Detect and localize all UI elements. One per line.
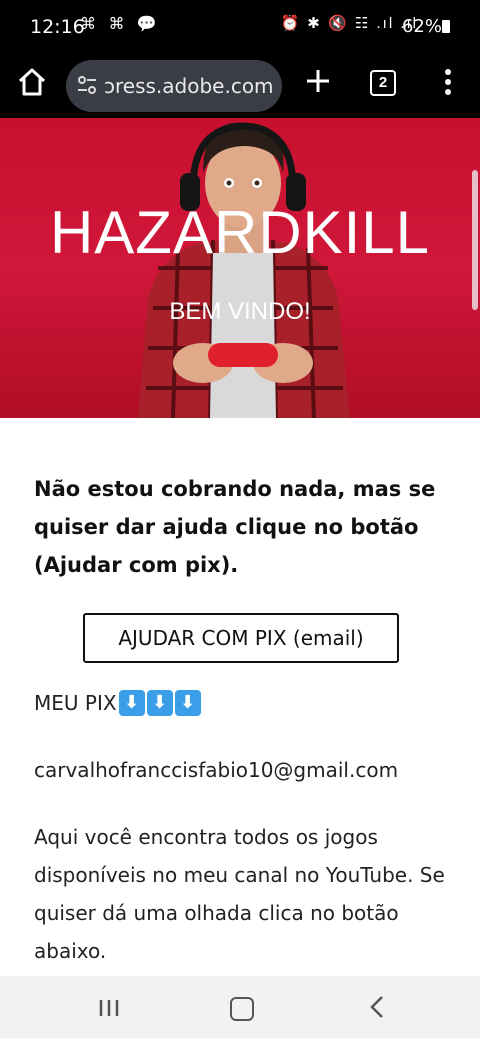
new-tab-icon[interactable]	[304, 67, 332, 95]
status-bar: 12:16 ⌘ ⌘ 💬 ⏰ ✱ 🔇 ☷ .ıl .ıl 62%	[0, 0, 480, 54]
tab-switcher-button[interactable]: 2	[370, 70, 396, 96]
help-pix-button[interactable]: AJUDAR COM PIX (email)	[83, 613, 399, 663]
arrow-down-icon: ⬇	[118, 690, 145, 716]
clock: 12:16	[30, 16, 85, 38]
youtube-description: Aqui você encontra todos os jogos dispon…	[34, 825, 445, 963]
battery-icon	[442, 20, 450, 33]
home-nav-icon[interactable]	[230, 997, 254, 1021]
arrow-down-icon: ⬇	[146, 690, 173, 716]
pix-email: carvalhofranccisfabio10@gmail.com	[34, 758, 399, 782]
home-icon[interactable]	[16, 66, 48, 98]
system-icons: ⏰ ✱ 🔇 ☷ .ıl .ıl	[280, 15, 418, 32]
site-settings-icon[interactable]	[76, 74, 98, 96]
browser-toolbar: ɔress.adobe.com 2	[0, 54, 480, 118]
hero-subtitle: BEM VINDO!	[169, 298, 311, 325]
recents-icon[interactable]	[98, 998, 120, 1018]
hero-banner: HAZARDKILL BEM VINDO!	[0, 118, 480, 418]
intro-text: Não estou cobrando nada, mas se quiser d…	[34, 477, 436, 577]
pix-heading: MEU PIX ⬇ ⬇ ⬇	[34, 690, 201, 716]
hero-title: HAZARDKILL	[49, 199, 431, 266]
battery-percent: 62%	[401, 16, 442, 37]
arrow-down-icon: ⬇	[174, 690, 201, 716]
intro-section: Não estou cobrando nada, mas se quiser d…	[34, 470, 446, 584]
pix-label-text: MEU PIX	[34, 691, 117, 715]
address-bar[interactable]: ɔress.adobe.com	[66, 60, 282, 112]
more-menu-icon[interactable]	[444, 68, 452, 96]
back-icon[interactable]	[368, 994, 386, 1020]
url-text: ɔress.adobe.com	[104, 74, 274, 98]
system-nav-bar	[0, 976, 480, 1038]
gamer-image	[138, 122, 350, 418]
notification-icons: ⌘ ⌘ 💬	[80, 16, 161, 33]
scrollbar-thumb[interactable]	[472, 170, 478, 310]
